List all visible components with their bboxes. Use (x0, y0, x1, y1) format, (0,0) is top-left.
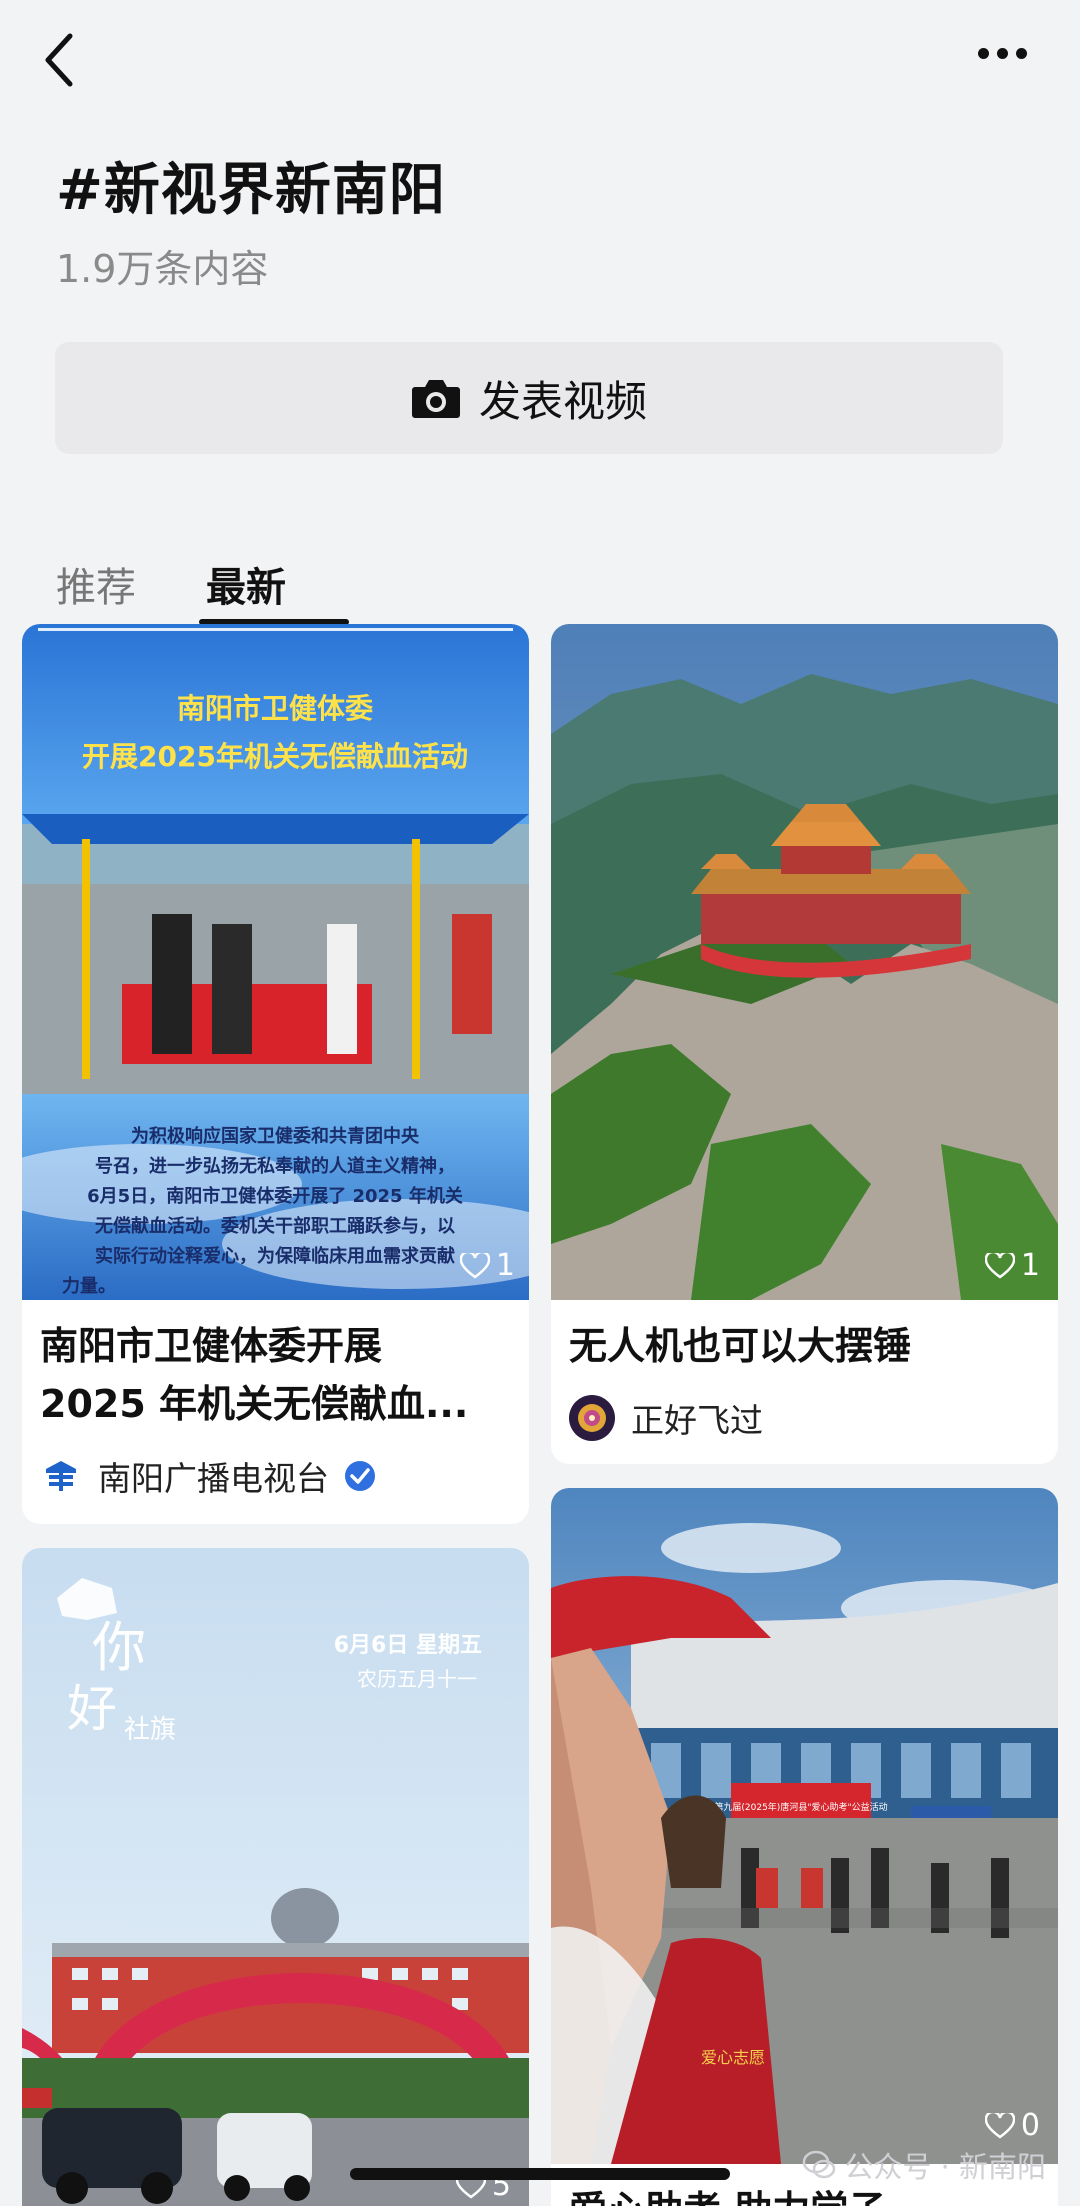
like-count[interactable]: 1 (459, 1248, 515, 1283)
body-line: 号召，进一步弘扬无私奉献的人道主义精神， (95, 1155, 455, 1177)
tab-latest[interactable]: 最新 (206, 555, 286, 613)
card-title: 南阳市卫健体委开展 2025 年机关无偿献血... (40, 1317, 468, 1433)
body-line: 力量。 (62, 1275, 116, 1297)
card-thumbnail: 你 好 社旗 6月6日 星期五 农历五月十一 (22, 1548, 529, 2206)
heart-icon (984, 1252, 1015, 1279)
feed-card[interactable]: 1 无人机也可以大摆锤 正好飞过 (551, 624, 1058, 1464)
vest-text: 爱心志愿 (701, 2048, 765, 2067)
card-title-line: 2025 年机关无偿献血... (40, 1382, 469, 1426)
overlay-small: 社旗 (124, 1715, 176, 1745)
body-line: 无偿献血活动。委机关干部职工踊跃参与，以 (95, 1215, 455, 1237)
card-thumbnail: 第九届(2025年)唐河县"爱心助考"公益活动 爱心志愿 (551, 1488, 1058, 2164)
body-line: 为积极响应国家卫健委和共青团中央 (131, 1125, 420, 1147)
author-name: 正好飞过 (631, 1401, 763, 1440)
topic-title: #新视界新南阳 (56, 158, 446, 223)
banner-line-1: 南阳市卫健体委 (177, 692, 373, 725)
camera-icon (411, 380, 460, 418)
like-count[interactable]: 0 (984, 2108, 1040, 2143)
content-count: 1.9万条内容 (56, 247, 269, 291)
card-title-line: 南阳市卫健体委开展 (40, 1324, 383, 1368)
home-indicator[interactable] (350, 2168, 730, 2180)
more-icon[interactable] (978, 44, 1038, 74)
card-thumbnail (551, 624, 1058, 1300)
verified-icon (345, 1461, 375, 1491)
overlay-big-1: 你 (92, 1616, 146, 1679)
post-video-button[interactable]: 发表视频 (55, 342, 1003, 454)
overlay-big-2: 好 (67, 1680, 117, 1738)
date-line-2: 农历五月十一 (357, 1667, 477, 1691)
back-icon[interactable] (40, 30, 84, 90)
author-name: 南阳广播电视台 (98, 1459, 329, 1498)
like-number: 0 (1020, 2108, 1040, 2143)
like-number: 1 (1020, 1248, 1040, 1283)
body-line: 6月5日，南阳市卫健体委开展了 2025 年机关 (87, 1185, 463, 1207)
feed-card[interactable]: 第九届(2025年)唐河县"爱心助考"公益活动 爱心志愿 0 爱心助考 助力学子 (551, 1488, 1058, 2206)
heart-icon (984, 2112, 1015, 2139)
feed-card[interactable]: 你 好 社旗 6月6日 星期五 农历五月十一 5 (22, 1548, 529, 2206)
tab-recommended[interactable]: 推荐 (56, 555, 136, 613)
card-title: 无人机也可以大摆锤 (569, 1324, 912, 1368)
event-banner-text: 第九届(2025年)唐河县"爱心助考"公益活动 (714, 1801, 887, 1813)
avatar (569, 1395, 615, 1441)
like-number: 1 (495, 1248, 515, 1283)
tv-logo-icon (40, 1455, 82, 1497)
body-line: 实际行动诠释爱心，为保障临床用血需求贡献 (95, 1245, 455, 1267)
post-video-label: 发表视频 (478, 376, 647, 426)
wechat-icon (803, 2150, 836, 2179)
feed-card[interactable]: 南阳市卫健体委 开展2025年机关无偿献血活动 为积极响应国家卫健委和共青团中央… (22, 624, 529, 1524)
watermark: 公众号 · 新南阳 (802, 2144, 1046, 2186)
watermark-text: 公众号 · 新南阳 (844, 2150, 1046, 2184)
heart-icon (459, 1252, 490, 1279)
date-line-1: 6月6日 星期五 (334, 1633, 482, 1658)
card-author[interactable]: 南阳广播电视台 (40, 1452, 377, 1500)
card-author[interactable]: 正好飞过 (569, 1394, 763, 1442)
banner-line-2: 开展2025年机关无偿献血活动 (82, 740, 468, 773)
like-count[interactable]: 1 (984, 1248, 1040, 1283)
top-bar (0, 0, 1080, 120)
card-thumbnail: 南阳市卫健体委 开展2025年机关无偿献血活动 为积极响应国家卫健委和共青团中央… (22, 624, 529, 1300)
